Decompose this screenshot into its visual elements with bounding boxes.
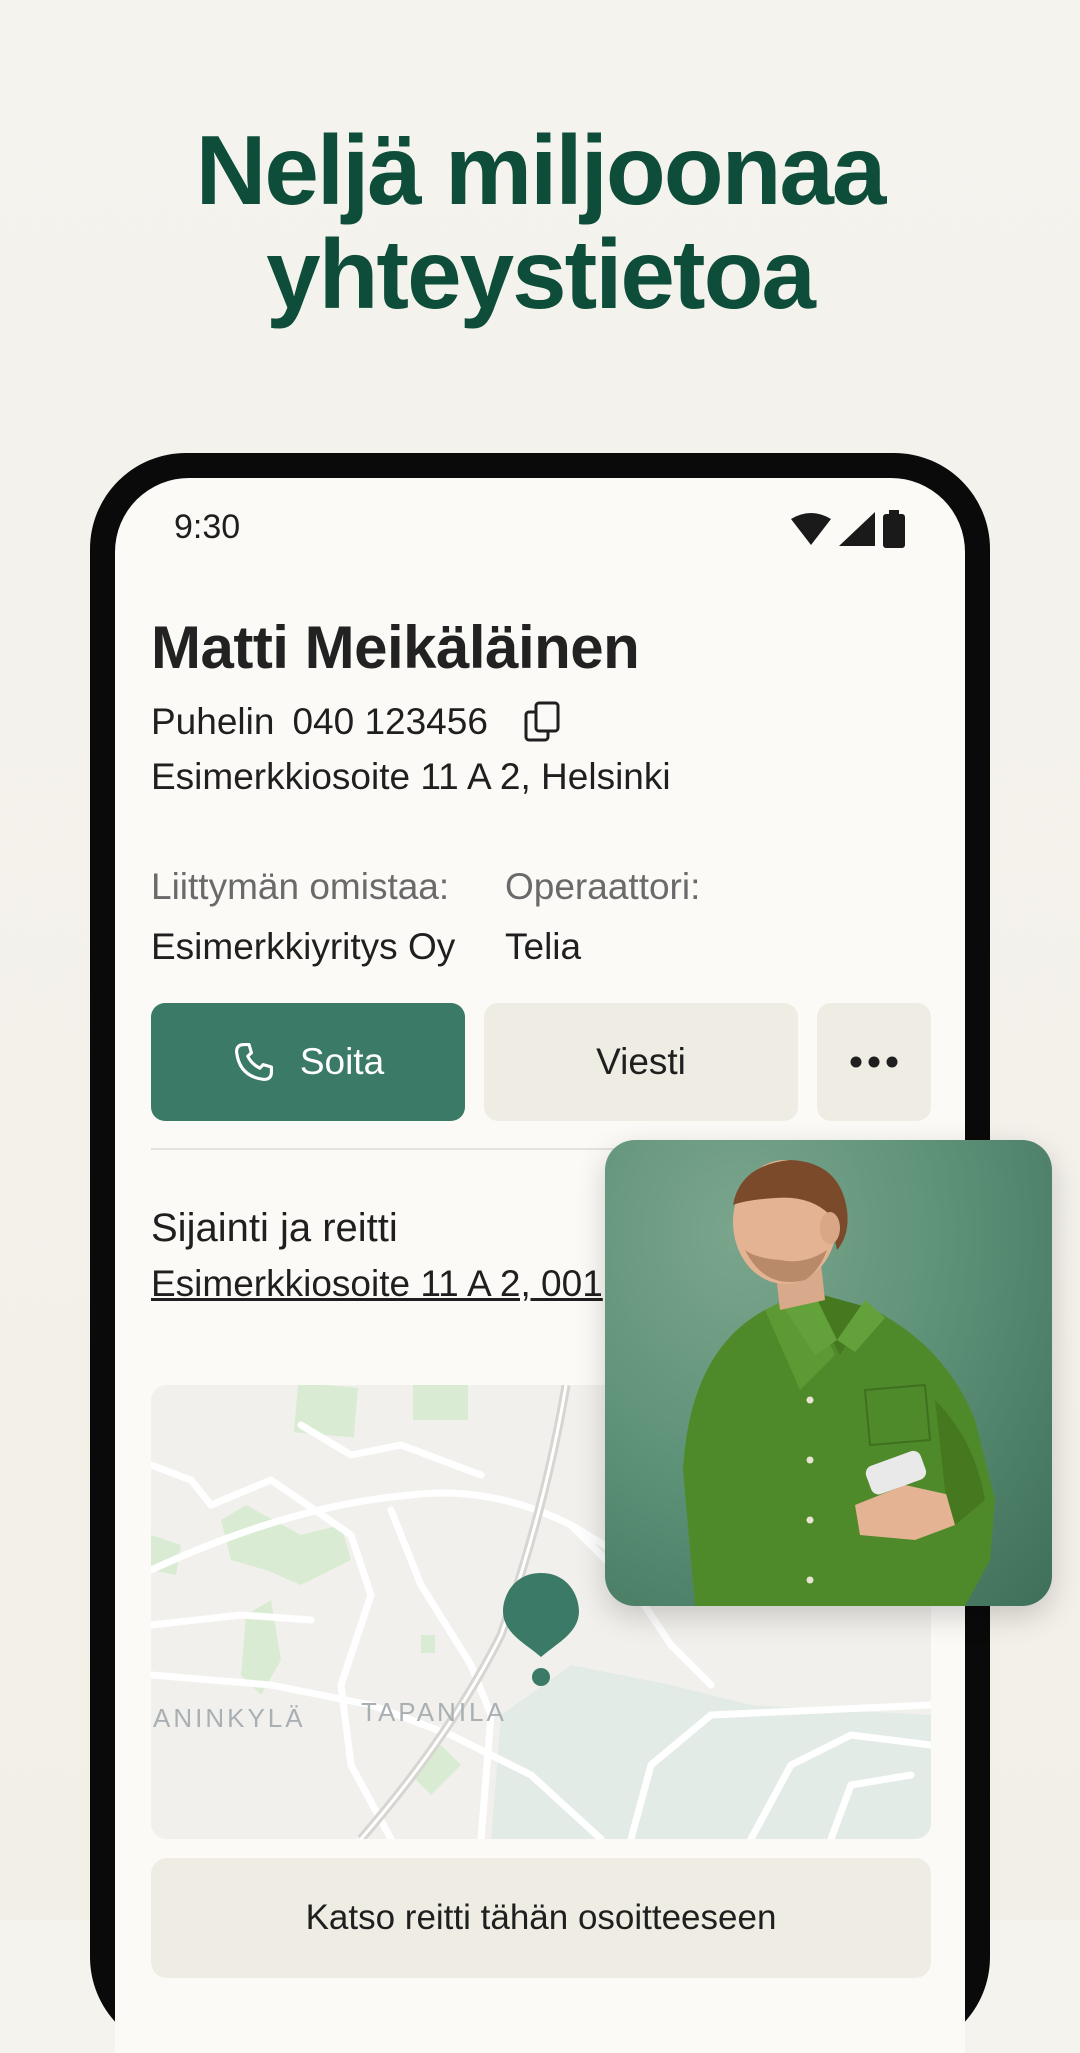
status-time: 9:30 <box>174 508 241 546</box>
headline-line-1: Neljä miljoonaa <box>195 115 887 225</box>
operator-label: Operaattori: <box>505 866 701 907</box>
more-options-button[interactable] <box>817 1003 931 1121</box>
phone-label: Puhelin <box>151 701 275 742</box>
owner-value: Esimerkkiyritys Oy <box>151 926 456 967</box>
phone-number[interactable]: 040 123456 <box>292 701 487 743</box>
person-illustration <box>683 1160 995 1606</box>
status-icons <box>791 510 905 548</box>
message-button-label: Viesti <box>596 1041 686 1082</box>
contact-address: Esimerkkiosoite 11 A 2, Helsinki <box>151 756 671 797</box>
operator-info: Operaattori: Telia <box>505 866 700 968</box>
person-photo <box>605 1140 1052 1606</box>
view-route-label: Katso reitti tähän osoitteeseen <box>305 1898 777 1937</box>
more-icon <box>850 1056 898 1068</box>
battery-icon <box>883 510 905 548</box>
phone-row: Puhelin 040 123456 <box>151 700 566 744</box>
owner-label: Liittymän omistaa: <box>151 866 450 907</box>
message-button[interactable]: Viesti <box>484 1003 798 1121</box>
phone-icon <box>234 1043 273 1081</box>
call-button-label: Soita <box>299 1041 385 1082</box>
call-button[interactable]: Soita <box>151 1003 465 1121</box>
wifi-icon <box>791 513 831 545</box>
headline-line-2: yhteystietoa <box>266 219 816 329</box>
copy-icon[interactable] <box>522 700 566 744</box>
view-route-button[interactable]: Katso reitti tähän osoitteeseen <box>151 1858 931 1978</box>
location-title: Sijainti ja reitti <box>151 1206 398 1250</box>
signal-icon <box>839 512 875 546</box>
operator-value: Telia <box>505 926 582 967</box>
owner-info: Liittymän omistaa: Esimerkkiyritys Oy <box>151 866 455 968</box>
contact-name: Matti Meikäläinen <box>151 614 640 681</box>
map-label-tapanila: TAPANILA <box>361 1697 507 1727</box>
location-address-link[interactable]: Esimerkkiosoite 11 A 2, 001 <box>151 1263 651 1305</box>
map-label-aninkyla: ANINKYLÄ <box>153 1703 306 1733</box>
headline: Neljä miljoonaa yhteystietoa <box>0 118 1080 326</box>
